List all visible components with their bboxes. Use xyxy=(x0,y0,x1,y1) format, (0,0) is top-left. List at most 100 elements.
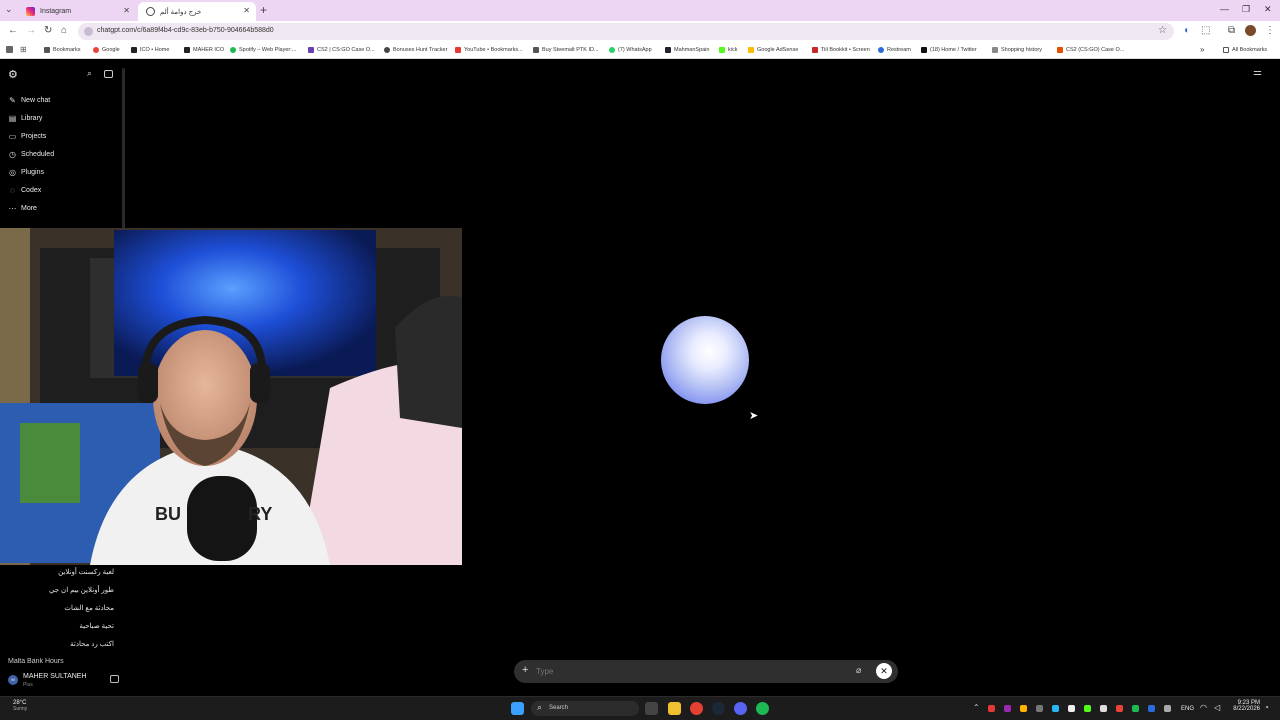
extension-icon-2[interactable]: ⬚ xyxy=(1201,25,1210,36)
start-windows-icon[interactable] xyxy=(511,702,524,715)
sidebar-scrollbar[interactable] xyxy=(122,68,125,230)
sidebar-toggle-icon[interactable] xyxy=(104,70,113,78)
mute-mic-icon[interactable]: ⌀ xyxy=(856,665,861,676)
chrome-icon[interactable] xyxy=(690,702,703,715)
bookmark-item[interactable]: Bookmarks xyxy=(44,47,81,53)
close-window-icon[interactable]: ✕ xyxy=(1264,4,1272,15)
extensions-puzzle-icon[interactable]: ⧉ xyxy=(1228,25,1235,36)
bookmark-item[interactable]: MAHER ICO xyxy=(184,47,224,53)
bookmark-item[interactable]: Google xyxy=(93,47,120,53)
task-view-icon[interactable] xyxy=(645,702,658,715)
minimize-icon[interactable]: — xyxy=(1220,4,1229,14)
tab-instagram[interactable]: Instagram ✕ xyxy=(18,2,136,21)
bookmark-item[interactable]: YouTube • Bookmarks... xyxy=(455,47,523,53)
bookmark-item[interactable]: kick xyxy=(719,47,737,53)
back-icon[interactable]: ← xyxy=(8,25,18,36)
chat-history-item[interactable]: لعبة ركسنت أونلاين xyxy=(58,568,114,576)
tray-app-icon[interactable] xyxy=(1004,705,1011,712)
bookmark-item[interactable]: CS2 (CS:GO) Case O... xyxy=(1057,47,1124,53)
site-info-icon[interactable] xyxy=(84,27,93,36)
tab-chatgpt[interactable]: خرج دوامة ألم ✕ xyxy=(138,2,256,21)
settings-icon[interactable] xyxy=(110,675,119,683)
sidebar-item-library[interactable]: ▤ Library xyxy=(8,114,43,123)
all-bookmarks[interactable]: All Bookmarks xyxy=(1223,47,1267,53)
steam-icon[interactable] xyxy=(712,702,725,715)
browser-menu-icon[interactable]: ⋮ xyxy=(1265,25,1275,36)
home-icon[interactable]: ⌂ xyxy=(61,25,67,36)
bookmark-item[interactable]: CS2 | CS:GO Case O... xyxy=(308,47,375,53)
sidebar-item-codex[interactable]: ◌ Codex xyxy=(8,186,41,195)
webcam-scene-image: BU RY xyxy=(0,228,462,565)
bookmark-item[interactable]: Buy Steemalt PTK ID... xyxy=(533,47,599,53)
chat-history-item[interactable]: طور أونلاين بيم ان جي xyxy=(49,586,114,594)
bookmark-item[interactable]: (18) Home / Twitter xyxy=(921,47,977,53)
language-indicator[interactable]: ENG xyxy=(1181,706,1194,712)
notifications-icon[interactable]: ◔ xyxy=(1264,703,1269,712)
end-voice-button[interactable]: ✕ xyxy=(876,663,892,679)
grid-icon[interactable]: ⊞ xyxy=(20,45,27,54)
bookmark-item[interactable]: Tiil Bookkit • Screen xyxy=(812,47,870,53)
openai-logo-icon[interactable]: ⚙ xyxy=(8,68,18,81)
forward-icon[interactable]: → xyxy=(26,25,36,36)
bookmark-item[interactable]: ICO • Home xyxy=(131,47,169,53)
library-icon: ▤ xyxy=(8,114,17,123)
chat-history-item[interactable]: اكتب رد محادثة xyxy=(70,640,114,648)
bookmark-item[interactable]: Spotify – Web Player:... xyxy=(230,47,296,53)
apps-icon[interactable] xyxy=(6,46,13,53)
tray-app-icon[interactable] xyxy=(1100,705,1107,712)
voice-settings-icon[interactable]: ⚌ xyxy=(1253,67,1262,78)
close-tab-icon[interactable]: ✕ xyxy=(243,6,250,15)
new-tab-icon[interactable]: + xyxy=(260,3,267,17)
bookmark-item[interactable]: MahmanSpain xyxy=(665,47,709,53)
bookmark-item[interactable]: (7) WhatsApp xyxy=(609,47,652,53)
chat-history-item[interactable]: تحية صباحية xyxy=(79,622,114,630)
address-bar[interactable]: chatgpt.com/c/6a89f4b4-cd9c-83eb-b750-90… xyxy=(78,23,1174,40)
clock[interactable]: 9:23 PM 8/22/2026 xyxy=(1228,700,1260,712)
tab-search-icon[interactable]: ⌄ xyxy=(5,4,13,15)
chat-history-item[interactable]: محادثة مع الشات xyxy=(64,604,114,612)
sidebar-item-plugins[interactable]: ◎ Plugins xyxy=(8,168,44,177)
tray-chevron-icon[interactable]: ⌃ xyxy=(973,703,980,712)
sidebar-item-more[interactable]: ⋯ More xyxy=(8,204,37,213)
bookmark-item[interactable]: Shopping history xyxy=(992,47,1042,53)
weather-widget[interactable]: 28°C Sunny xyxy=(13,700,27,712)
microphone-icon[interactable] xyxy=(1164,705,1171,712)
message-input[interactable] xyxy=(536,664,846,679)
spotify-icon[interactable] xyxy=(756,702,769,715)
restore-icon[interactable]: ❐ xyxy=(1242,4,1250,15)
bookmark-item[interactable]: Bonuses Hunt Tracker xyxy=(384,47,447,53)
search-icon[interactable]: ⌕ xyxy=(87,68,92,79)
tray-app-icon[interactable] xyxy=(1132,705,1139,712)
tray-app-icon[interactable] xyxy=(1052,705,1059,712)
bookmark-item[interactable]: Google AdSense xyxy=(748,47,798,53)
tray-app-icon[interactable] xyxy=(1036,705,1043,712)
tray-app-icon[interactable] xyxy=(988,705,995,712)
sidebar-item-projects[interactable]: ▭ Projects xyxy=(8,132,47,141)
tray-app-icon[interactable] xyxy=(1020,705,1027,712)
more-bookmarks-icon[interactable]: » xyxy=(1200,45,1204,54)
user-name: MAHER SULTANEH xyxy=(23,673,87,680)
sidebar-item-scheduled[interactable]: ◷ Scheduled xyxy=(8,150,54,159)
bluetooth-icon[interactable] xyxy=(1148,705,1155,712)
profile-avatar[interactable] xyxy=(1245,25,1256,36)
tray-app-icon[interactable] xyxy=(1084,705,1091,712)
extension-icon-1[interactable]: ◖ xyxy=(1183,25,1189,36)
sidebar-item-new-chat[interactable]: ✎ New chat xyxy=(8,96,50,105)
file-explorer-icon[interactable] xyxy=(668,702,681,715)
user-profile[interactable]: M MAHER SULTANEH Plus xyxy=(0,668,124,692)
taskbar-search[interactable]: ⌕ Search xyxy=(531,701,639,716)
bookmark-star-icon[interactable]: ☆ xyxy=(1158,25,1167,36)
url-text: chatgpt.com/c/6a89f4b4-cd9c-83eb-b750-90… xyxy=(97,27,274,34)
bookmark-item[interactable]: Restream xyxy=(878,47,911,53)
chat-history-item[interactable]: Malta Bank Hours xyxy=(8,658,64,664)
close-tab-icon[interactable]: ✕ xyxy=(123,6,130,15)
discord-icon[interactable] xyxy=(734,702,747,715)
wifi-icon[interactable]: ◠ xyxy=(1200,703,1207,712)
tray-app-icon[interactable] xyxy=(1068,705,1075,712)
tray-app-icon[interactable] xyxy=(1116,705,1123,712)
reload-icon[interactable]: ↻ xyxy=(44,25,52,36)
attach-plus-icon[interactable]: + xyxy=(522,664,528,676)
volume-icon[interactable]: ◁ xyxy=(1214,703,1220,712)
user-plan: Plus xyxy=(23,682,33,688)
chatgpt-favicon-icon xyxy=(146,7,155,16)
